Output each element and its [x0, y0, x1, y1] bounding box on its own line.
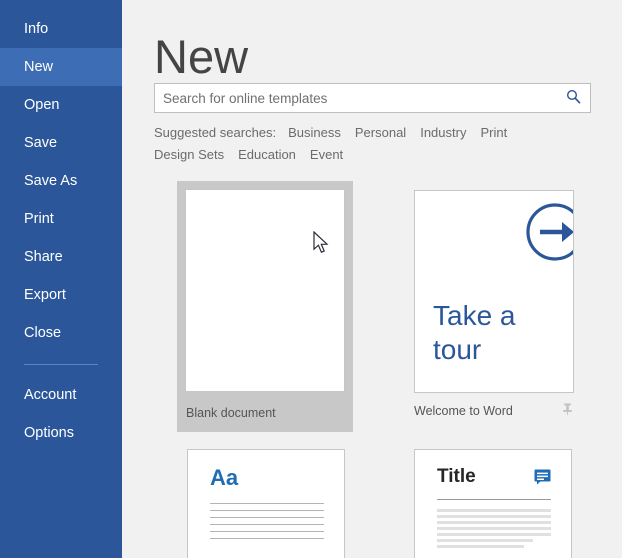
suggested-link-industry[interactable]: Industry	[420, 125, 466, 140]
thumbnail-line	[437, 545, 524, 548]
template-thumbnail-welcome-to-word: Take a tour	[414, 190, 574, 393]
suggested-link-event[interactable]: Event	[310, 147, 343, 162]
pin-icon[interactable]	[561, 402, 574, 419]
template-caption: Welcome to Word	[414, 402, 574, 419]
sidebar-item-close[interactable]: Close	[0, 314, 122, 352]
template-card-title[interactable]: Title	[414, 449, 572, 558]
sidebar-item-options[interactable]: Options	[0, 414, 122, 452]
template-card-aa[interactable]: Aa	[187, 449, 345, 558]
arrow-right-circle-icon	[524, 201, 573, 268]
template-card-welcome-to-word[interactable]: Take a tour Welcome to Word	[414, 190, 574, 430]
template-caption: Blank document	[185, 406, 345, 420]
suggested-searches-row-2: Design Sets Education Event	[154, 144, 594, 166]
search-box[interactable]	[154, 83, 591, 113]
thumbnail-line	[210, 531, 324, 532]
sidebar-item-label: Save	[24, 135, 58, 151]
thumbnail-line	[437, 527, 551, 530]
template-thumbnail-text: Aa	[210, 465, 239, 490]
sidebar-item-open[interactable]: Open	[0, 86, 122, 124]
sidebar-item-label: Save As	[24, 173, 78, 189]
sidebar-item-label: Open	[24, 97, 60, 113]
thumbnail-line	[437, 515, 551, 518]
sidebar-item-save-as[interactable]: Save As	[0, 162, 122, 200]
sidebar-item-save[interactable]: Save	[0, 124, 122, 162]
new-pane: New Suggested searches: Business Personal I…	[122, 0, 622, 558]
template-thumbnail-title: Title	[414, 449, 572, 558]
suggested-link-design-sets[interactable]: Design Sets	[154, 147, 224, 162]
sidebar-item-share[interactable]: Share	[0, 238, 122, 276]
sidebar-item-label: Print	[24, 211, 54, 227]
thumbnail-line	[437, 533, 551, 536]
sidebar-item-info[interactable]: Info	[0, 10, 122, 48]
sidebar-item-export[interactable]: Export	[0, 276, 122, 314]
thumbnail-line	[210, 503, 324, 504]
thumbnail-line	[210, 517, 324, 518]
sidebar-item-account[interactable]: Account	[0, 376, 122, 414]
page-title: New	[154, 30, 249, 84]
backstage-sidebar: Info New Open Save Save As Print Share E…	[0, 0, 122, 558]
word-backstage-new-screen: Info New Open Save Save As Print Share E…	[0, 0, 622, 558]
sidebar-item-label: Close	[24, 325, 62, 341]
suggested-searches: Suggested searches: Business Personal Indus…	[154, 122, 594, 166]
template-thumbnail-text: Take a tour	[433, 299, 516, 367]
sidebar-divider	[24, 364, 98, 365]
template-thumbnail-blank-document	[185, 189, 345, 392]
sidebar-item-label: New	[24, 59, 54, 75]
tour-text-line-2: tour	[433, 334, 482, 365]
sidebar-item-label: Account	[24, 387, 77, 403]
template-thumbnail-lines	[210, 503, 324, 545]
search-input[interactable]	[155, 84, 556, 112]
template-thumbnail-aa: Aa	[187, 449, 345, 558]
template-grid: Blank document Take a tour Welcome to Wo…	[122, 181, 614, 558]
suggested-searches-row-1: Suggested searches: Business Personal Indus…	[154, 122, 594, 144]
thumbnail-line	[437, 539, 533, 542]
thumbnail-line	[210, 538, 324, 539]
thumbnail-line	[437, 521, 551, 524]
template-card-blank-document[interactable]: Blank document	[177, 181, 353, 432]
tour-text-line-1: Take a	[433, 300, 516, 331]
template-caption-text: Welcome to Word	[414, 403, 513, 418]
sidebar-item-label: Export	[24, 287, 66, 303]
thumbnail-rule	[437, 499, 551, 500]
suggested-link-business[interactable]: Business	[288, 125, 341, 140]
thumbnail-line	[210, 524, 324, 525]
search-button[interactable]	[556, 84, 590, 112]
sidebar-item-print[interactable]: Print	[0, 200, 122, 238]
suggested-link-education[interactable]: Education	[238, 147, 296, 162]
thumbnail-line	[437, 509, 551, 512]
thumbnail-line	[210, 510, 324, 511]
sidebar-item-label: Share	[24, 249, 63, 265]
suggested-link-personal[interactable]: Personal	[355, 125, 406, 140]
search-icon	[566, 89, 581, 107]
comment-icon	[534, 469, 551, 490]
template-thumbnail-text: Title	[437, 466, 476, 487]
suggested-searches-label: Suggested searches:	[154, 125, 277, 140]
sidebar-item-new[interactable]: New	[0, 48, 122, 86]
suggested-link-print[interactable]: Print	[480, 125, 507, 140]
template-caption-text: Blank document	[186, 406, 276, 420]
sidebar-item-label: Info	[24, 21, 49, 37]
sidebar-item-label: Options	[24, 425, 74, 441]
template-thumbnail-lines	[437, 509, 551, 551]
